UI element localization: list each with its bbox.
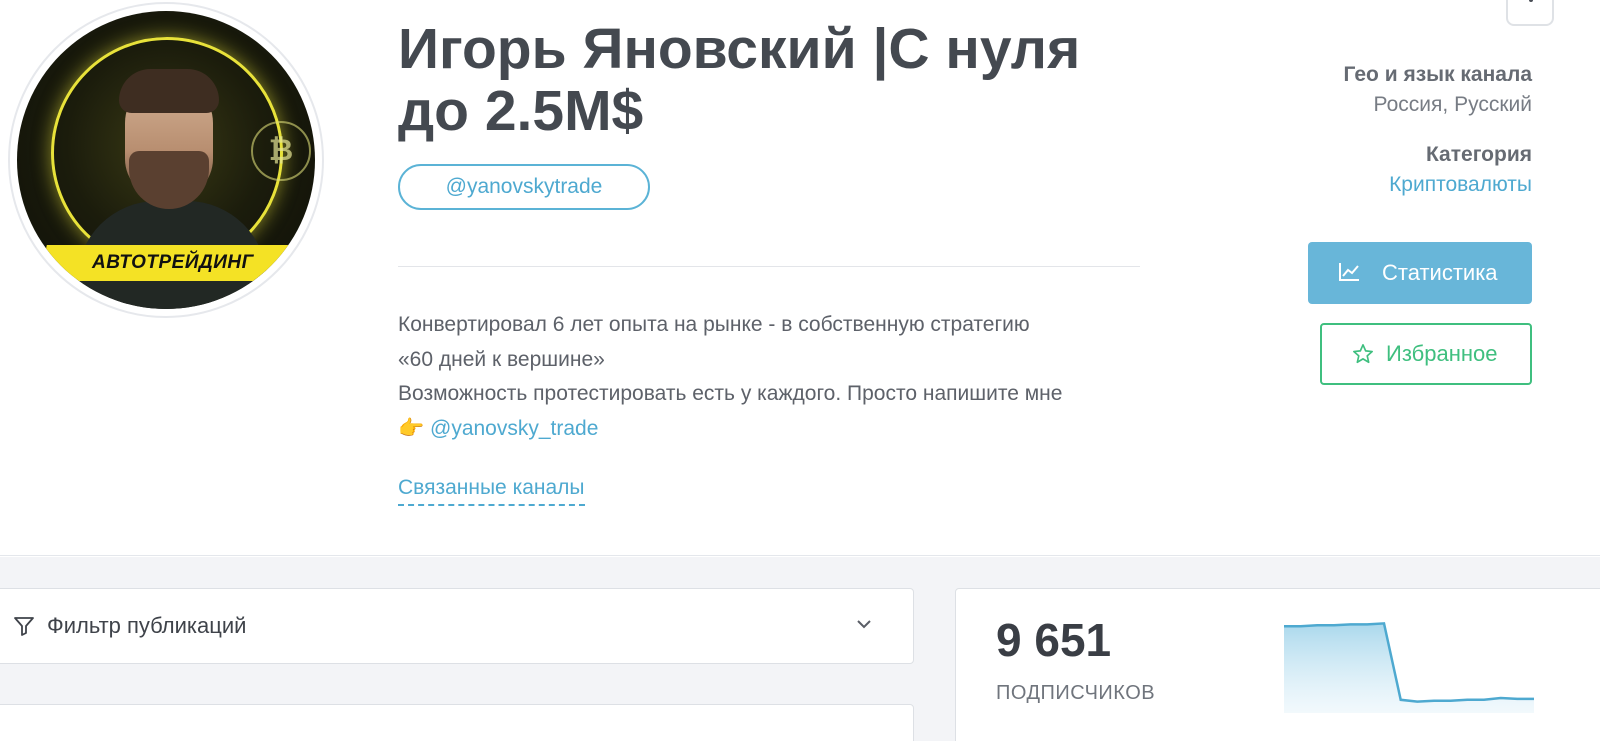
channel-description: Конвертировал 6 лет опыта на рынке - в с… [398, 308, 1158, 446]
filter-icon [14, 617, 34, 636]
filter-label: Фильтр публикаций [47, 613, 247, 638]
description-line: «60 дней к вершине» [398, 347, 605, 371]
category-link[interactable]: Криптовалюты [1212, 170, 1532, 200]
channel-meta: Гео и язык канала Россия, Русский Катего… [1212, 60, 1532, 200]
description-line: 👉 @yanovsky_trade [398, 412, 1158, 447]
statistics-label: Статистика [1382, 260, 1498, 285]
subscribers-count: 9 651 [996, 614, 1112, 666]
favorite-label: Избранное [1386, 341, 1498, 366]
pointing-hand-icon: 👉 [398, 416, 425, 440]
chevron-down-icon [857, 620, 871, 629]
avatar-person-hair [119, 69, 219, 113]
statistics-button[interactable]: Статистика [1308, 242, 1532, 304]
subscribers-card: 9 651 ПОДПИСЧИКОВ [955, 588, 1600, 741]
description-line: Возможность протестировать есть у каждог… [398, 382, 1063, 405]
avatar-banner: АВТОТРЕЙДИНГ [39, 245, 307, 281]
channel-handle-button[interactable]: @yanovskytrade [398, 164, 650, 210]
more-dots-icon [1529, 0, 1533, 2]
category-label: Категория [1425, 143, 1532, 166]
channel-avatar: ₿ АВТОТРЕЙДИНГ [8, 2, 324, 318]
more-options-button[interactable] [1506, 0, 1554, 26]
publications-filter-dropdown[interactable]: Фильтр публикаций [0, 588, 914, 664]
channel-title: Игорь Яновский |С нуля до 2.5M$ [398, 17, 1081, 143]
geo-label: Гео и язык канала [1343, 63, 1532, 86]
avatar-image: ₿ АВТОТРЕЙДИНГ [17, 11, 315, 309]
divider [398, 266, 1140, 267]
favorite-button[interactable]: Избранное [1320, 323, 1532, 385]
subscribers-sparkline [1284, 622, 1534, 713]
channel-header: ₿ АВТОТРЕЙДИНГ Игорь Яновский |С нуля до… [0, 0, 1600, 556]
publication-card [0, 704, 914, 741]
bitcoin-icon: ₿ [251, 121, 311, 181]
mention-link[interactable]: @yanovsky_trade [430, 417, 598, 440]
geo-value: Россия, Русский [1373, 93, 1532, 116]
star-icon [1353, 344, 1373, 364]
subscribers-label: ПОДПИСЧИКОВ [996, 682, 1156, 704]
avatar-banner-text: АВТОТРЕЙДИНГ [92, 252, 254, 273]
line-chart-icon [1339, 263, 1359, 281]
description-line: Конвертировал 6 лет опыта на рынке - в с… [398, 313, 1030, 336]
related-channels-link[interactable]: Связанные каналы [398, 474, 585, 506]
